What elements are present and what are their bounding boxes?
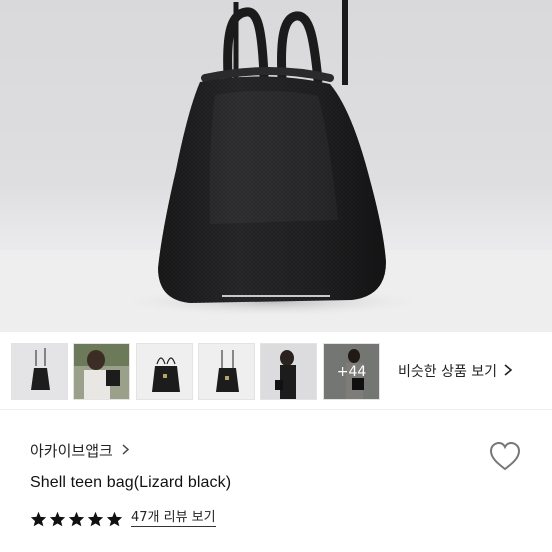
thumbnail-3[interactable] — [136, 343, 193, 400]
chevron-right-icon — [503, 362, 513, 381]
thumbnail-image — [74, 344, 129, 399]
similar-products-label: 비슷한 상품 보기 — [398, 364, 498, 380]
heart-outline-icon[interactable] — [488, 440, 522, 472]
rating-reviews-link[interactable]: 47개 리뷰 보기 — [30, 510, 216, 527]
thumbnail-1[interactable] — [11, 343, 68, 400]
product-main-image[interactable] — [0, 0, 552, 332]
chevron-right-icon — [121, 441, 130, 460]
thumbnail-image — [137, 344, 192, 399]
star-icon — [106, 511, 123, 526]
backpack-photo — [0, 0, 552, 332]
star-icon — [49, 511, 66, 526]
review-count-link: 47개 리뷰 보기 — [131, 510, 216, 527]
star-icon — [68, 511, 85, 526]
brand-name: 아카이브앱크 — [30, 442, 113, 460]
star-icon — [30, 511, 47, 526]
similar-products-link[interactable]: 비슷한 상품 보기 — [398, 357, 513, 385]
star-icon — [87, 511, 104, 526]
thumbnail-6[interactable]: +44 — [323, 343, 380, 400]
thumbnail-5[interactable] — [260, 343, 317, 400]
product-title: Shell teen bag(Lizard black) — [30, 474, 232, 491]
brand-link[interactable]: 아카이브앱크 — [30, 440, 130, 461]
star-rating — [30, 511, 123, 527]
thumbnail-image — [12, 344, 67, 399]
thumbnail-2[interactable] — [73, 343, 130, 400]
thumbnail-strip: +44 비슷한 상품 보기 — [0, 332, 552, 410]
product-info: 아카이브앱크 Shell teen bag(Lizard black) 47개 … — [0, 410, 552, 552]
thumbnail-image — [261, 344, 316, 399]
thumbnail-4[interactable] — [198, 343, 255, 400]
more-images-count: +44 — [324, 344, 379, 399]
thumbnail-image — [199, 344, 254, 399]
